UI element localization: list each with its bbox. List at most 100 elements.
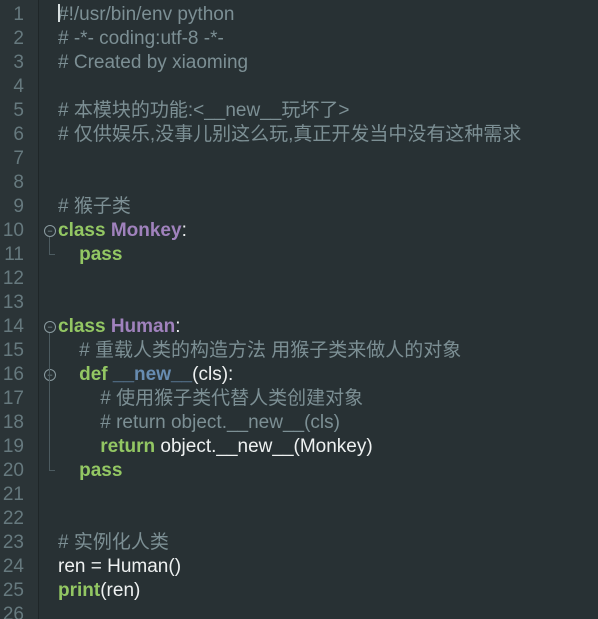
code-line[interactable]: 1 #!/usr/bin/env python xyxy=(0,3,598,27)
code-token-text: : xyxy=(175,316,181,337)
text-cursor xyxy=(58,4,60,22)
code-line[interactable]: 16 − def __new__(cls): xyxy=(0,363,598,387)
line-number: 17 xyxy=(2,388,24,409)
line-number: 2 xyxy=(13,28,24,49)
code-token-cls: Monkey xyxy=(110,220,182,241)
line-number: 24 xyxy=(2,556,24,577)
code-token-comment: # 实例化人类 xyxy=(58,532,169,553)
line-number: 23 xyxy=(2,532,24,553)
code-line[interactable]: 21 xyxy=(0,483,598,507)
code-line[interactable]: 3 # Created by xiaoming xyxy=(0,51,598,75)
line-number: 18 xyxy=(2,412,24,433)
code-text: # 使用猴子类代替人类创建对象 xyxy=(58,387,363,411)
code-token-func: __new__ xyxy=(112,364,193,385)
code-text: pass xyxy=(58,243,122,267)
code-line[interactable]: 24 ren = Human() xyxy=(0,555,598,579)
code-text: ren = Human() xyxy=(58,555,181,579)
code-token-comment: # 猴子类 xyxy=(58,196,131,217)
code-text: # 本模块的功能:<__new__玩坏了> xyxy=(58,99,349,123)
code-line[interactable]: 26 xyxy=(0,603,598,619)
code-line[interactable]: 11 pass xyxy=(0,243,598,267)
fold-toggle-icon[interactable]: − xyxy=(44,369,56,381)
fold-toggle-icon[interactable]: − xyxy=(44,321,56,333)
code-text: return object.__new__(Monkey) xyxy=(58,435,373,459)
code-line[interactable]: 17 # 使用猴子类代替人类创建对象 xyxy=(0,387,598,411)
code-token-cls: Human xyxy=(110,316,176,337)
code-token-kw: pass xyxy=(79,244,123,265)
code-line[interactable]: 19 return object.__new__(Monkey) xyxy=(0,435,598,459)
line-number: 16 xyxy=(2,364,24,385)
code-token-text: : xyxy=(181,220,187,241)
fold-guide-end xyxy=(49,470,55,471)
fold-guide xyxy=(49,237,50,255)
code-text: # 猴子类 xyxy=(58,195,131,219)
line-number: 11 xyxy=(4,244,24,265)
code-line[interactable]: 20 pass xyxy=(0,459,598,483)
code-line[interactable]: 6 # 仅供娱乐,没事儿别这么玩,真正开发当中没有这种需求 xyxy=(0,123,598,147)
line-number: 10 xyxy=(2,220,24,241)
code-token-kw: print xyxy=(58,580,101,601)
code-token-text: (cls): xyxy=(192,364,234,385)
code-line[interactable]: 2 # -*- coding:utf-8 -*- xyxy=(0,27,598,51)
code-text: pass xyxy=(58,459,122,483)
code-token-text: (ren) xyxy=(100,580,141,601)
code-line[interactable]: 13 xyxy=(0,291,598,315)
code-line[interactable]: 9 # 猴子类 xyxy=(0,195,598,219)
code-token-kw: pass xyxy=(79,460,123,481)
code-token-comment: # 使用猴子类代替人类创建对象 xyxy=(100,388,364,409)
line-number: 19 xyxy=(2,436,24,457)
code-text: print(ren) xyxy=(58,579,140,603)
code-token-kw: def xyxy=(79,364,113,385)
line-number: 6 xyxy=(13,124,24,145)
code-line[interactable]: 7 xyxy=(0,147,598,171)
code-line[interactable]: 18 # return object.__new__(cls) xyxy=(0,411,598,435)
code-line[interactable]: 12 xyxy=(0,267,598,291)
line-number: 1 xyxy=(13,4,24,25)
code-text: # Created by xiaoming xyxy=(58,51,248,75)
code-text: # -*- coding:utf-8 -*- xyxy=(58,27,224,51)
code-line[interactable]: 8 xyxy=(0,171,598,195)
line-number: 3 xyxy=(13,52,24,73)
line-number: 21 xyxy=(2,484,24,505)
code-line[interactable]: 5 # 本模块的功能:<__new__玩坏了> xyxy=(0,99,598,123)
code-text: def __new__(cls): xyxy=(58,363,233,387)
fold-guide xyxy=(49,381,50,471)
code-token-kw: return xyxy=(100,436,161,457)
line-number: 14 xyxy=(2,316,24,337)
line-number: 20 xyxy=(2,460,24,481)
line-number: 9 xyxy=(13,196,24,217)
code-line[interactable]: 23 # 实例化人类 xyxy=(0,531,598,555)
code-text: # 重载人类的构造方法 用猴子类来做人的对象 xyxy=(58,339,461,363)
code-text: # 实例化人类 xyxy=(58,531,169,555)
code-token-kw: class xyxy=(58,220,111,241)
line-number: 26 xyxy=(2,604,24,619)
code-token-text: object.__new__(Monkey) xyxy=(160,436,373,457)
code-token-comment: # return object.__new__(cls) xyxy=(100,412,340,433)
code-text: #!/usr/bin/env python xyxy=(58,3,234,27)
line-number: 22 xyxy=(2,508,24,529)
line-number: 7 xyxy=(13,148,24,169)
line-number: 25 xyxy=(2,580,24,601)
line-number: 8 xyxy=(13,172,24,193)
code-token-comment: #!/usr/bin/env python xyxy=(58,4,235,25)
code-line[interactable]: 14 − class Human: xyxy=(0,315,598,339)
fold-toggle-icon[interactable]: − xyxy=(44,225,56,237)
code-line[interactable]: 15 # 重载人类的构造方法 用猴子类来做人的对象 xyxy=(0,339,598,363)
code-text: class Monkey: xyxy=(58,219,187,243)
line-number: 12 xyxy=(2,268,24,289)
code-token-kw: class xyxy=(58,316,111,337)
code-line[interactable]: 4 xyxy=(0,75,598,99)
code-editor[interactable]: 1 #!/usr/bin/env python 2 # -*- coding:utf-… xyxy=(0,0,598,619)
code-line[interactable]: 25 print(ren) xyxy=(0,579,598,603)
code-token-comment: # -*- coding:utf-8 -*- xyxy=(58,28,224,49)
line-number: 4 xyxy=(13,76,24,97)
code-token-comment: # 仅供娱乐,没事儿别这么玩,真正开发当中没有这种需求 xyxy=(58,124,522,145)
code-line[interactable]: 10 − class Monkey: xyxy=(0,219,598,243)
code-token-text: ren = Human() xyxy=(58,556,182,577)
code-line[interactable]: 22 xyxy=(0,507,598,531)
